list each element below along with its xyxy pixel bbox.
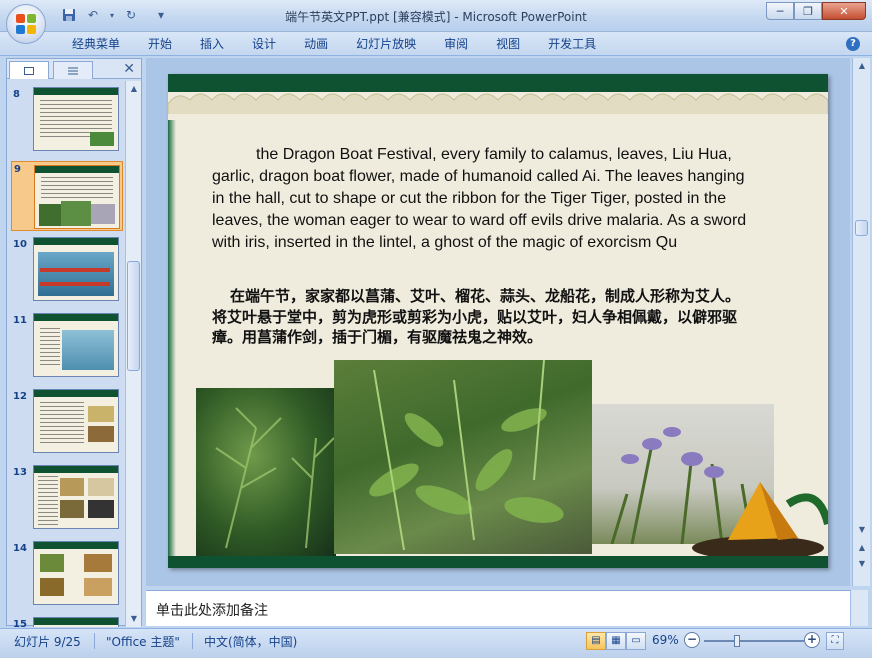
slide-thumbnail-11[interactable]: 11 xyxy=(11,313,123,383)
scroll-up-icon[interactable]: ▲ xyxy=(854,58,870,74)
zoom-slider-knob[interactable] xyxy=(734,635,740,647)
thumbnail-image xyxy=(33,237,119,301)
thumbnail-image xyxy=(33,87,119,151)
normal-view-button[interactable]: ▤ xyxy=(586,632,606,650)
slide-number: 12 xyxy=(13,391,27,402)
chinese-paragraph[interactable]: 在端午节，家家都以菖蒲、艾叶、榴花、蒜头、龙船花，制成人形称为艾人。将艾叶悬于堂… xyxy=(212,286,742,348)
slide-number: 11 xyxy=(13,315,27,326)
divider xyxy=(192,633,193,649)
slide-thumbnails: 8 9 10 11 12 13 14 15 xyxy=(7,81,123,627)
slide-thumbnail-14[interactable]: 14 xyxy=(11,541,123,611)
tab-review[interactable]: 审阅 xyxy=(430,36,482,52)
slide-indicator: 幻灯片 9/25 xyxy=(14,635,81,649)
notes-placeholder: 单击此处添加备注 xyxy=(156,603,268,619)
scroll-down-icon[interactable]: ▼ xyxy=(854,522,870,538)
slide-thumbnail-8[interactable]: 8 xyxy=(11,87,123,157)
help-icon[interactable]: ? xyxy=(846,37,860,51)
thumbnail-image xyxy=(33,465,119,529)
window-title: 端午节英文PPT.ppt [兼容模式] - Microsoft PowerPoi… xyxy=(285,10,587,24)
slide-number: 9 xyxy=(14,164,21,175)
previous-slide-icon[interactable]: ▲ xyxy=(854,540,870,556)
calamus-photo[interactable] xyxy=(334,360,592,554)
zoom-slider[interactable] xyxy=(704,635,804,647)
slides-panel-scrollbar[interactable]: ▲ ▼ xyxy=(125,81,141,627)
thumbnail-image xyxy=(33,389,119,453)
close-button[interactable]: ✕ xyxy=(822,2,866,20)
tab-animation[interactable]: 动画 xyxy=(290,36,342,52)
scroll-up-icon[interactable]: ▲ xyxy=(126,81,142,97)
zoom-out-button[interactable]: − xyxy=(684,632,700,648)
tab-slides[interactable] xyxy=(9,61,49,79)
slide-number: 15 xyxy=(13,619,27,627)
zoom-level[interactable]: 69% xyxy=(652,633,679,647)
close-panel-icon[interactable]: ✕ xyxy=(123,61,135,77)
office-button[interactable] xyxy=(6,4,46,44)
tab-insert[interactable]: 插入 xyxy=(186,36,238,52)
slide-number: 8 xyxy=(13,89,20,100)
slide-number: 10 xyxy=(13,239,27,250)
ribbon-tabs: 经典菜单 开始 插入 设计 动画 幻灯片放映 审阅 视图 开发工具 xyxy=(58,36,610,52)
tab-developer[interactable]: 开发工具 xyxy=(534,36,610,52)
tab-outline[interactable] xyxy=(53,61,93,79)
current-slide[interactable]: the Dragon Boat Festival, every family t… xyxy=(168,74,828,568)
status-bar: 幻灯片 9/25 "Office 主题" 中文(简体，中国) ▤ ▦ ▭ 69%… xyxy=(0,628,872,658)
tab-design[interactable]: 设计 xyxy=(238,36,290,52)
restore-button[interactable]: ❐ xyxy=(794,2,822,20)
slide-thumbnail-13[interactable]: 13 xyxy=(11,465,123,535)
thumbnail-image xyxy=(33,541,119,605)
ribbon: 经典菜单 开始 插入 设计 动画 幻灯片放映 审阅 视图 开发工具 ? xyxy=(0,32,872,56)
tab-view[interactable]: 视图 xyxy=(482,36,534,52)
notes-scrollbar[interactable] xyxy=(850,590,868,626)
panel-tabs: ✕ xyxy=(7,59,141,79)
notes-pane[interactable]: 单击此处添加备注 xyxy=(146,590,850,626)
slide-header-band xyxy=(168,74,828,120)
slide-footer-band xyxy=(168,556,828,568)
slide-sorter-view-button[interactable]: ▦ xyxy=(606,632,626,650)
slide-number: 13 xyxy=(13,467,27,478)
slide-thumbnail-15[interactable]: 15 xyxy=(11,617,123,627)
minimize-button[interactable]: ─ xyxy=(766,2,794,20)
tab-classic-menu[interactable]: 经典菜单 xyxy=(58,36,134,52)
thumbnail-image xyxy=(34,165,120,229)
chinese-text: 在端午节，家家都以菖蒲、艾叶、榴花、蒜头、龙船花，制成人形称为艾人。将艾叶悬于堂… xyxy=(212,287,741,346)
tab-slideshow[interactable]: 幻灯片放映 xyxy=(342,36,430,52)
scroll-thumb[interactable] xyxy=(127,261,140,371)
tab-home[interactable]: 开始 xyxy=(134,36,186,52)
english-text: the Dragon Boat Festival, every family t… xyxy=(212,146,747,251)
mugwort-photo[interactable] xyxy=(196,388,336,556)
window-controls: ─ ❐ ✕ xyxy=(766,2,866,20)
scroll-down-icon[interactable]: ▼ xyxy=(126,611,142,627)
editor-scrollbar[interactable]: ▲ ▼ ▲ ▼ xyxy=(852,58,870,586)
thumbnail-image xyxy=(33,313,119,377)
language-indicator[interactable]: 中文(简体，中国) xyxy=(204,633,297,650)
slide-number: 14 xyxy=(13,543,27,554)
title-bar: ↶ ▾ ↻ ▾ 端午节英文PPT.ppt [兼容模式] - Microsoft … xyxy=(0,0,872,32)
english-paragraph[interactable]: the Dragon Boat Festival, every family t… xyxy=(212,144,752,254)
fit-to-window-button[interactable]: ⛶ xyxy=(826,632,844,650)
slide-editor: the Dragon Boat Festival, every family t… xyxy=(146,58,870,586)
scroll-thumb[interactable] xyxy=(855,220,868,236)
slide-thumbnail-10[interactable]: 10 xyxy=(11,237,123,307)
slide-thumbnail-12[interactable]: 12 xyxy=(11,389,123,459)
divider xyxy=(94,633,95,649)
zoom-in-button[interactable]: + xyxy=(804,632,820,648)
zongzi-photo[interactable] xyxy=(688,474,828,558)
theme-name[interactable]: "Office 主题" xyxy=(106,633,180,650)
slide-left-decoration xyxy=(168,120,176,560)
slides-panel: ✕ 8 9 10 11 12 13 14 15 ▲ ▼ xyxy=(6,58,142,627)
slide-thumbnail-9[interactable]: 9 xyxy=(11,161,123,231)
thumbnail-image xyxy=(33,617,119,627)
next-slide-icon[interactable]: ▼ xyxy=(854,556,870,572)
slideshow-view-button[interactable]: ▭ xyxy=(626,632,646,650)
office-logo-icon xyxy=(16,14,36,34)
